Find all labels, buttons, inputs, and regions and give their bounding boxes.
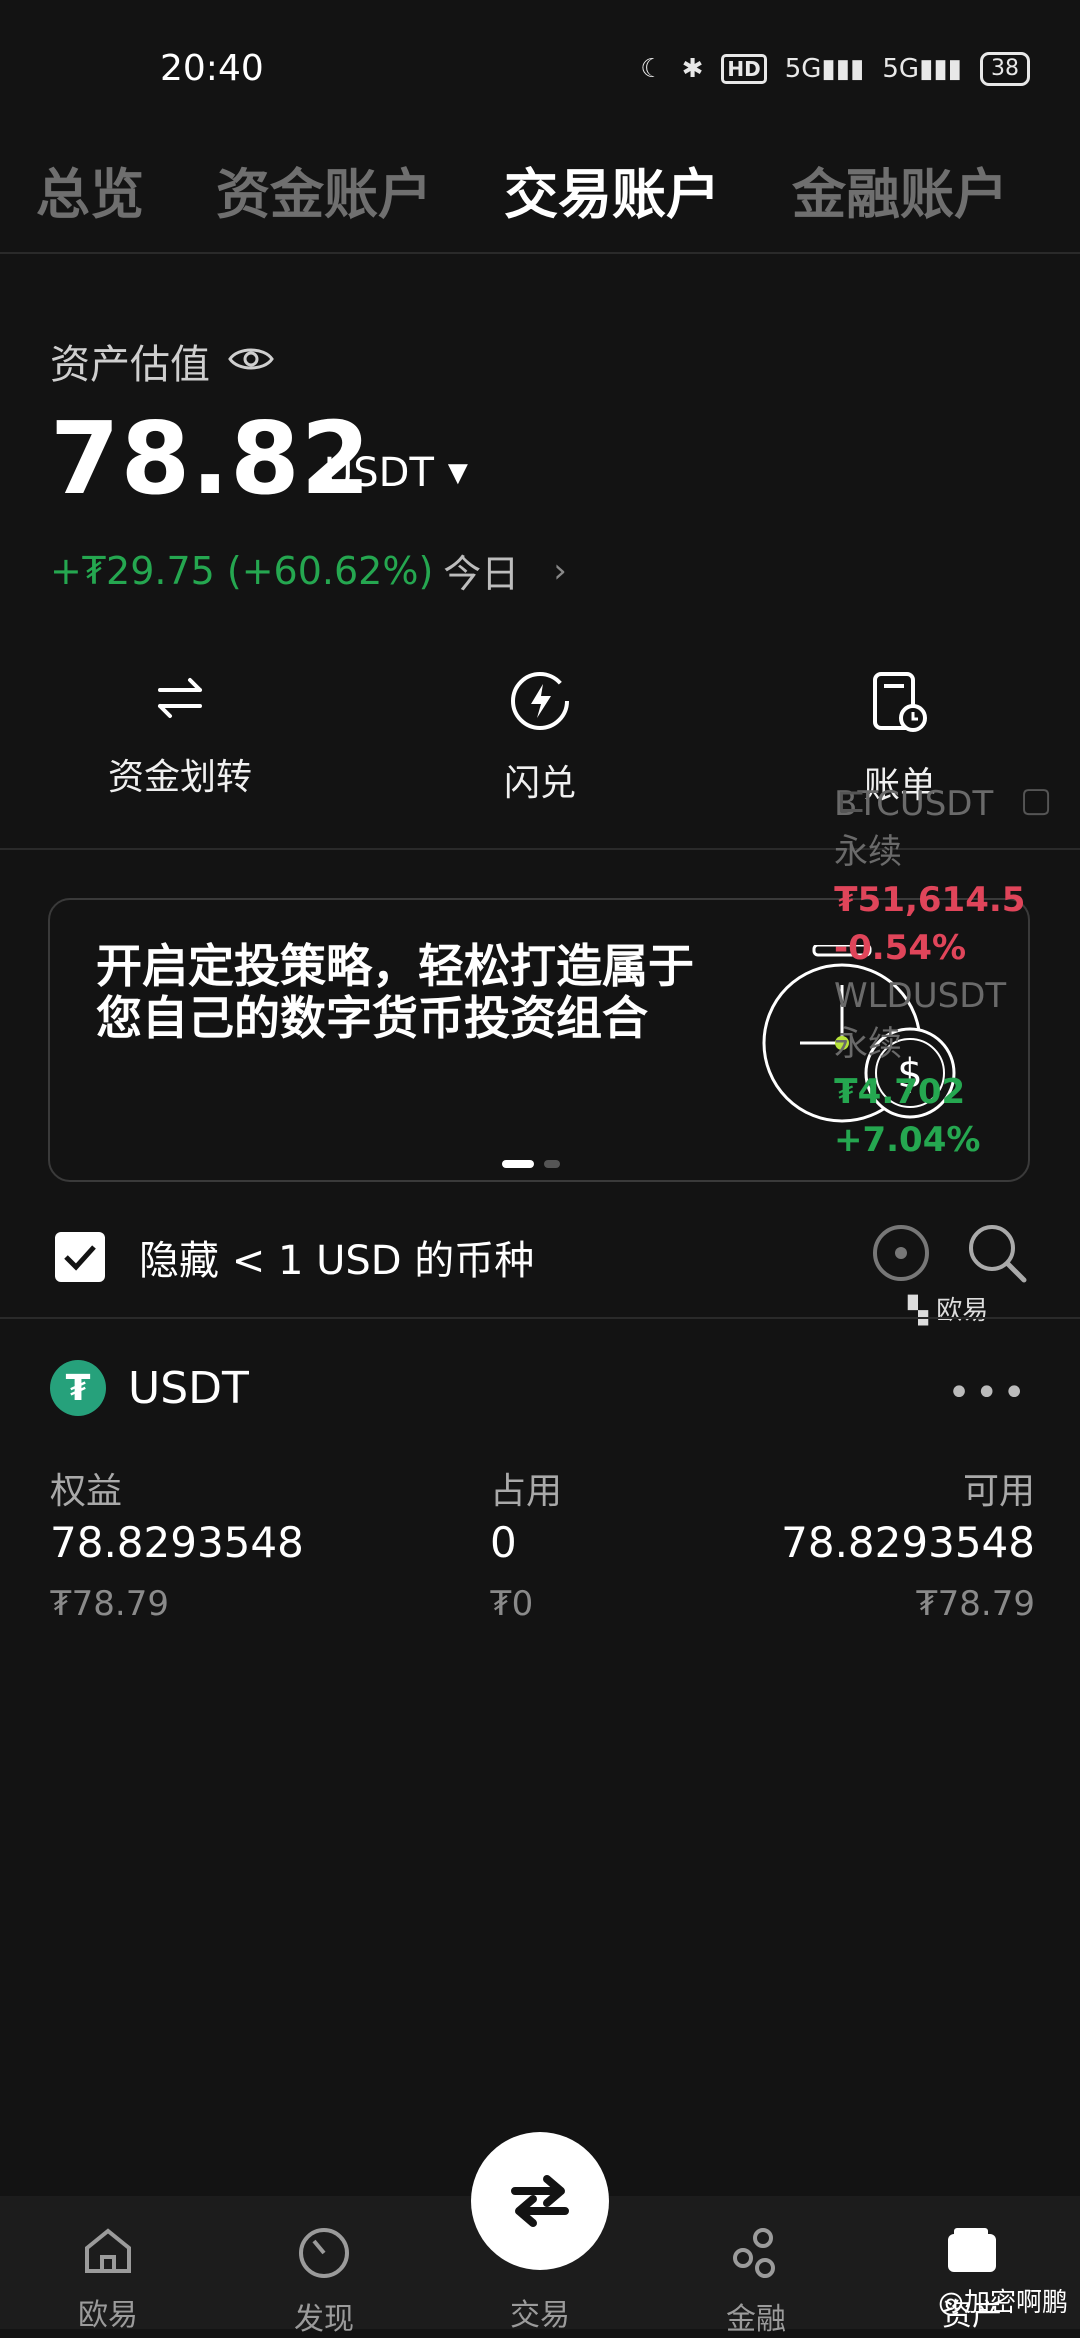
asset-unit-select[interactable]: USDT ▼ (324, 450, 468, 496)
ticker-price-2: ₮4.702 (834, 1072, 966, 1112)
floating-ticker-widget[interactable]: BTCUSDT 永续 ₮51,614.5 -0.54% WLDUSDT 永续 ₮… (834, 780, 1034, 1164)
nav-home-label: 欧易 (78, 2298, 138, 2333)
caret-down-icon: ▼ (447, 458, 468, 488)
pagination-dot-active (502, 1160, 534, 1168)
pagination-dot (544, 1160, 560, 1168)
battery-icon: 38 (980, 52, 1030, 86)
nav-discover[interactable]: 发现 (254, 2226, 394, 2338)
list-divider (0, 1317, 1080, 1319)
coin-header[interactable]: ₮ USDT (50, 1360, 249, 1416)
tabs-divider (0, 252, 1080, 254)
tab-trading[interactable]: 交易账户 (504, 150, 720, 229)
transfer-button[interactable]: 资金划转 (60, 670, 300, 800)
brand-label: ▚ 欧易 (908, 1296, 989, 1326)
tab-earn[interactable]: 金融账户 (792, 150, 1008, 229)
pnl-period: 今日 (443, 552, 520, 596)
asset-unit: USDT (324, 450, 434, 496)
home-icon (85, 2228, 131, 2273)
asset-label: 资产估值 (50, 342, 210, 388)
trade-button[interactable] (471, 2132, 609, 2270)
status-time: 20:40 (160, 48, 264, 89)
okx-logo-icon: ▚ (908, 1296, 928, 1326)
ticker-type: 永续 (834, 832, 902, 872)
tab-overview[interactable]: 总览 (36, 150, 144, 229)
available-fiat: ₮78.79 (916, 1584, 1035, 1624)
ticker-change-2: +7.04% (834, 1120, 981, 1160)
available-value: 78.8293548 (781, 1518, 1035, 1567)
pnl-row[interactable]: +₮29.75 (+60.62%) 今日 › (50, 543, 567, 598)
watermark: @加密啊鹏 (937, 2288, 1068, 2318)
trade-icon (511, 2175, 569, 2227)
collapse-icon[interactable]: ⊏ (836, 780, 866, 821)
account-tabs: 总览 资金账户 交易账户 金融账户 (36, 150, 1080, 229)
tab-funding[interactable]: 资金账户 (216, 150, 432, 229)
hide-small-row[interactable]: 隐藏 < 1 USD 的币种 (55, 1228, 534, 1286)
nav-discover-label: 发现 (294, 2302, 354, 2337)
equity-value: 78.8293548 (50, 1518, 304, 1567)
status-icons: ☾ ✱ HD 5G▮▮▮ 5G▮▮▮ 38 (640, 52, 1030, 86)
bluetooth-icon: ✱ (681, 54, 704, 84)
ticker-type-2: 永续 (834, 1024, 902, 1064)
usdt-logo-icon: ₮ (50, 1360, 106, 1416)
ticker-name-2: WLDUSDT (834, 976, 1007, 1016)
nav-finance[interactable]: 金融 (686, 2226, 826, 2338)
expand-icon[interactable]: ▢ (1020, 780, 1052, 820)
equity-header: 权益 (50, 1471, 123, 1512)
ticker-price: ₮51,614.5 (834, 880, 1026, 920)
signal-icon-2: 5G▮▮▮ (882, 54, 962, 84)
ticker-change: -0.54% (834, 928, 967, 968)
used-value: 0 (490, 1518, 517, 1567)
convert-button[interactable]: 闪兑 (420, 670, 660, 806)
search-icon[interactable] (966, 1222, 1028, 1288)
nav-trade-label: 交易 (510, 2298, 570, 2333)
flash-icon (509, 672, 571, 736)
transfer-label: 资金划转 (107, 757, 252, 798)
used-fiat: ₮0 (490, 1584, 534, 1624)
coin-symbol: USDT (128, 1362, 249, 1414)
moon-icon: ☾ (640, 54, 664, 84)
banner-pagination (502, 1160, 560, 1168)
wallet-icon (948, 2228, 996, 2272)
pnl-value: +₮29.75 (+60.62%) (50, 548, 434, 593)
eye-icon[interactable] (228, 338, 274, 384)
nav-finance-label: 金融 (726, 2302, 786, 2337)
hide-small-label: 隐藏 < 1 USD 的币种 (139, 1238, 535, 1284)
equity-fiat: ₮78.79 (50, 1584, 169, 1624)
convert-label: 闪兑 (503, 763, 576, 804)
discover-icon (299, 2228, 349, 2278)
finance-icon (733, 2228, 775, 2278)
hide-small-checkbox[interactable] (55, 1232, 105, 1282)
filter-icon[interactable] (870, 1222, 932, 1288)
banner-text: 开启定投策略，轻松打造属于您自己的数字货币投资组合 (96, 939, 694, 1045)
bill-icon (871, 672, 929, 738)
available-header: 可用 (962, 1471, 1035, 1512)
signal-icon: 5G▮▮▮ (784, 54, 865, 84)
hd-icon: HD (721, 54, 767, 84)
asset-label-row: 资产估值 (50, 332, 274, 390)
transfer-icon (152, 678, 208, 730)
used-header: 占用 (490, 1471, 563, 1512)
nav-trade[interactable]: 交易 (470, 2290, 610, 2334)
chevron-right-icon: › (553, 550, 567, 591)
nav-home[interactable]: 欧易 (38, 2226, 178, 2334)
more-icon[interactable]: ••• (947, 1370, 1030, 1416)
